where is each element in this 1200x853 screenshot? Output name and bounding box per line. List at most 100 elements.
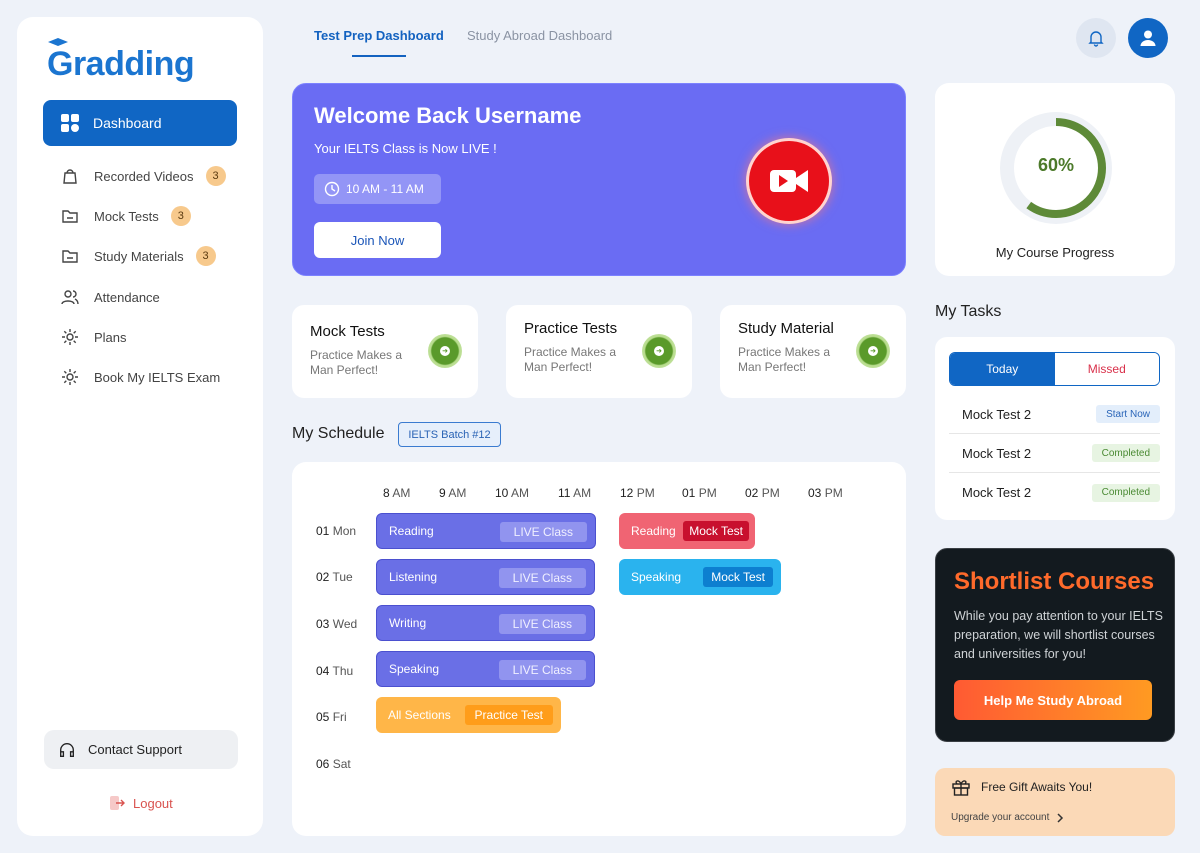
chevron-right-icon <box>1057 812 1064 823</box>
schedule-event[interactable]: Reading LIVE Class <box>376 513 596 549</box>
tab-test-prep-dashboard[interactable]: Test Prep Dashboard <box>314 28 444 57</box>
hour-label: 11 AM <box>558 486 592 500</box>
event-tag: LIVE Class <box>498 614 586 634</box>
logout-icon <box>110 796 125 810</box>
schedule-event[interactable]: Reading Mock Test <box>619 513 755 549</box>
class-time-pill: 10 AM - 11 AM <box>314 174 441 204</box>
task-name: Mock Test 2 <box>962 406 1032 422</box>
bell-icon <box>1088 31 1104 47</box>
logout-button[interactable]: Logout <box>109 795 173 811</box>
sidebar-item-dashboard[interactable]: Dashboard <box>43 100 237 146</box>
shortlist-courses-card: Shortlist Courses While you pay attentio… <box>935 548 1175 742</box>
event-subject: Reading <box>631 524 676 538</box>
tab-today[interactable]: Today <box>950 353 1055 385</box>
course-progress-card: 60% My Course Progress <box>935 83 1175 276</box>
event-tag: Mock Test <box>703 567 773 587</box>
sidebar-item-label: Recorded Videos <box>94 168 194 184</box>
notifications-button[interactable] <box>1076 18 1116 58</box>
status-badge: Completed <box>1091 483 1160 502</box>
card-title: Mock Tests <box>310 323 385 340</box>
dashboard-grid-icon <box>61 114 79 132</box>
task-row[interactable]: Mock Test 2 Completed <box>949 473 1160 512</box>
practice-tests-card[interactable]: Practice Tests Practice Makes a Man Perf… <box>506 305 692 398</box>
join-now-button[interactable]: Join Now <box>314 222 441 258</box>
clock-icon <box>324 181 340 197</box>
event-tag: Practice Test <box>464 705 553 725</box>
shortlist-title: Shortlist Courses <box>954 568 1155 595</box>
day-label: 05 Fri <box>316 710 347 724</box>
event-tag: Mock Test <box>683 521 749 541</box>
sidebar-item-recorded-videos[interactable]: Recorded Videos 3 <box>60 166 226 186</box>
event-subject: Speaking <box>631 570 682 584</box>
help-me-study-abroad-button[interactable]: Help Me Study Abroad <box>954 680 1152 720</box>
users-icon <box>61 290 79 305</box>
schedule-event[interactable]: Listening LIVE Class <box>376 559 595 595</box>
schedule-event[interactable]: Writing LIVE Class <box>376 605 595 641</box>
tab-missed[interactable]: Missed <box>1054 353 1159 385</box>
task-row[interactable]: Mock Test 2 Start Now <box>949 395 1160 434</box>
sidebar: Gradding Dashboard Recorded Videos 3 Moc… <box>17 17 263 836</box>
sidebar-item-study-materials[interactable]: Study Materials 3 <box>60 246 216 266</box>
folder-icon <box>62 250 78 263</box>
schedule-grid: 8 AM 9 AM 10 AM 11 AM 12 PM 01 PM 02 PM … <box>292 462 906 836</box>
user-avatar-button[interactable] <box>1128 18 1168 58</box>
arrow-right-icon[interactable]: ➜ <box>642 334 676 368</box>
event-tag: LIVE Class <box>499 522 587 542</box>
study-material-card[interactable]: Study Material Practice Makes a Man Perf… <box>720 305 906 398</box>
upgrade-account-link[interactable]: Upgrade your account <box>951 812 1065 823</box>
schedule-event[interactable]: All Sections Practice Test <box>376 697 561 733</box>
event-subject: All Sections <box>388 708 451 722</box>
gradding-logo[interactable]: Gradding <box>47 38 195 84</box>
tab-study-abroad-dashboard[interactable]: Study Abroad Dashboard <box>467 28 612 43</box>
sidebar-item-label: Book My IELTS Exam <box>94 369 221 385</box>
hour-label: 10 AM <box>495 486 530 500</box>
tasks-card: Today Missed Mock Test 2 Start Now Mock … <box>935 337 1175 520</box>
sidebar-item-label: Study Materials <box>94 248 184 264</box>
sidebar-item-label: Mock Tests <box>94 208 159 224</box>
video-camera-icon[interactable] <box>749 141 829 221</box>
start-now-button[interactable]: Start Now <box>1096 405 1160 423</box>
user-icon <box>1140 30 1156 46</box>
arrow-right-icon[interactable]: ➜ <box>428 334 462 368</box>
day-label: 03 Wed <box>316 617 358 631</box>
welcome-title: Welcome Back Username <box>314 103 582 128</box>
live-class-text: Your IELTS Class is Now LIVE ! <box>314 141 497 156</box>
event-subject: Speaking <box>389 662 440 676</box>
task-row[interactable]: Mock Test 2 Completed <box>949 434 1160 473</box>
event-tag: LIVE Class <box>498 660 586 680</box>
hour-label: 9 AM <box>439 486 467 500</box>
graduation-cap-icon <box>48 38 68 46</box>
schedule-title: My Schedule <box>292 425 385 442</box>
status-badge: Completed <box>1091 444 1160 462</box>
task-name: Mock Test 2 <box>962 445 1032 461</box>
sidebar-item-book-exam[interactable]: Book My IELTS Exam <box>60 367 220 387</box>
card-title: Study Material <box>738 320 834 337</box>
bag-icon <box>63 169 77 184</box>
contact-support-label: Contact Support <box>88 742 182 757</box>
count-badge: 3 <box>195 246 216 266</box>
video-camera-glyph <box>770 170 808 192</box>
count-badge: 3 <box>205 166 226 186</box>
sidebar-item-mock-tests[interactable]: Mock Tests 3 <box>60 206 191 226</box>
arrow-right-icon[interactable]: ➜ <box>856 334 890 368</box>
upgrade-link-label: Upgrade your account <box>951 812 1050 823</box>
shortlist-description: While you pay attention to your IELTS pr… <box>954 609 1163 661</box>
gift-icon <box>952 780 970 796</box>
free-gift-card[interactable]: Free Gift Awaits You! Upgrade your accou… <box>935 768 1175 836</box>
gear-icon <box>62 329 78 345</box>
schedule-event[interactable]: Speaking LIVE Class <box>376 651 595 687</box>
sidebar-item-attendance[interactable]: Attendance <box>60 287 160 307</box>
day-label: 01 Mon <box>316 524 357 538</box>
card-description: Practice Makes a Man Perfect! <box>738 345 831 374</box>
schedule-event[interactable]: Speaking Mock Test <box>619 559 781 595</box>
day-label: 06 Sat <box>316 757 351 771</box>
contact-support-button[interactable]: Contact Support <box>44 730 238 769</box>
folder-icon <box>62 210 78 223</box>
mock-tests-card[interactable]: Mock Tests Practice Makes a Man Perfect!… <box>292 305 478 398</box>
batch-selector[interactable]: IELTS Batch #12 <box>398 422 501 447</box>
event-subject: Writing <box>389 616 427 630</box>
card-description: Practice Makes a Man Perfect! <box>310 348 403 377</box>
event-subject: Listening <box>389 570 438 584</box>
sidebar-item-plans[interactable]: Plans <box>60 327 127 347</box>
event-subject: Reading <box>389 524 434 538</box>
